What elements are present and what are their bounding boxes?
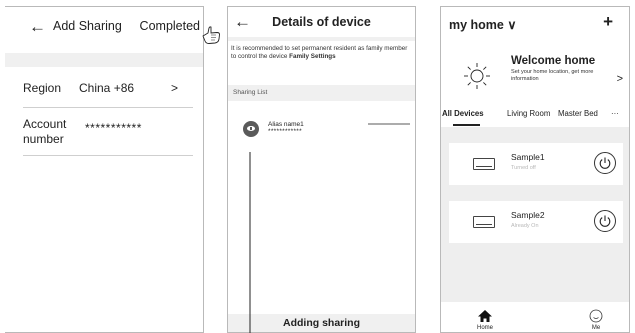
power-button[interactable] xyxy=(594,152,616,174)
bottom-navigation: Home Me xyxy=(441,302,629,332)
home-screen: my home ∨ + Welcome home Set your home l… xyxy=(440,6,630,333)
device-details-screen: ← Details of device It is recommended to… xyxy=(227,6,416,333)
back-arrow-icon[interactable]: ← xyxy=(29,18,46,35)
device-status: Turned off xyxy=(511,165,536,171)
account-input[interactable]: *********** xyxy=(85,121,142,135)
power-icon xyxy=(599,215,611,227)
active-tab-indicator xyxy=(453,124,480,126)
power-icon xyxy=(599,157,611,169)
home-selector[interactable]: my home ∨ xyxy=(449,17,517,32)
air-conditioner-icon xyxy=(473,158,495,170)
section-separator xyxy=(228,37,415,41)
device-list: Sample1 Turned off Sample2 Already On xyxy=(441,127,629,303)
nav-me[interactable]: Me xyxy=(585,309,607,331)
room-tabs: All Devices Living Room Master Bed ··· xyxy=(441,103,629,127)
welcome-subtitle: Set your home location, get more informa… xyxy=(511,69,594,82)
device-name: Sample1 xyxy=(511,152,545,162)
chevron-right-icon: > xyxy=(171,81,179,95)
alias-name: Alias name1 xyxy=(268,121,304,128)
family-settings-link[interactable]: Family Settings xyxy=(289,53,336,60)
power-button[interactable] xyxy=(594,210,616,232)
nav-me-label: Me xyxy=(591,325,601,331)
device-card[interactable]: Sample2 Already On xyxy=(449,201,623,243)
tab-all-devices[interactable]: All Devices xyxy=(442,109,484,118)
air-conditioner-icon xyxy=(473,216,495,228)
sharing-list-header: Sharing List xyxy=(228,85,415,101)
more-tabs-icon[interactable]: ··· xyxy=(611,109,619,118)
account-label: Account number xyxy=(23,117,67,146)
completed-button[interactable]: Completed xyxy=(140,19,200,33)
recommendation-note: It is recommended to set permanent resid… xyxy=(231,45,413,61)
region-row[interactable]: Region China +86 > xyxy=(5,73,203,107)
add-sharing-screen: ← Add Sharing Completed Region China +86… xyxy=(5,6,204,333)
sharing-list-label: Sharing List xyxy=(233,89,268,96)
nav-home-label: Home xyxy=(476,325,493,331)
account-row: Account number *********** xyxy=(5,111,203,157)
sun-icon xyxy=(464,63,490,89)
nav-home[interactable]: Home xyxy=(473,309,497,331)
welcome-title: Welcome home xyxy=(511,55,596,67)
tab-living-room[interactable]: Living Room xyxy=(507,109,550,118)
page-title: Details of device xyxy=(272,15,371,29)
device-status: Already On xyxy=(511,223,539,229)
region-value: China +86 xyxy=(79,81,135,95)
page-title: Add Sharing xyxy=(53,19,122,33)
me-icon xyxy=(589,309,603,323)
user-avatar-icon xyxy=(243,121,259,137)
add-device-button[interactable]: + xyxy=(603,12,613,32)
alias-account: ************ xyxy=(268,128,302,135)
home-icon xyxy=(478,310,492,322)
section-separator xyxy=(5,53,203,67)
device-card[interactable]: Sample1 Turned off xyxy=(449,143,623,185)
divider xyxy=(23,107,193,108)
region-label: Region xyxy=(23,81,62,95)
chevron-right-icon[interactable]: > xyxy=(617,73,623,85)
device-name: Sample2 xyxy=(511,210,545,220)
divider xyxy=(23,155,193,156)
adding-sharing-button[interactable]: Adding sharing xyxy=(228,314,415,332)
add-sharing-header: ← Add Sharing Completed xyxy=(5,7,203,41)
tab-master-bed[interactable]: Master Bed xyxy=(558,109,598,118)
